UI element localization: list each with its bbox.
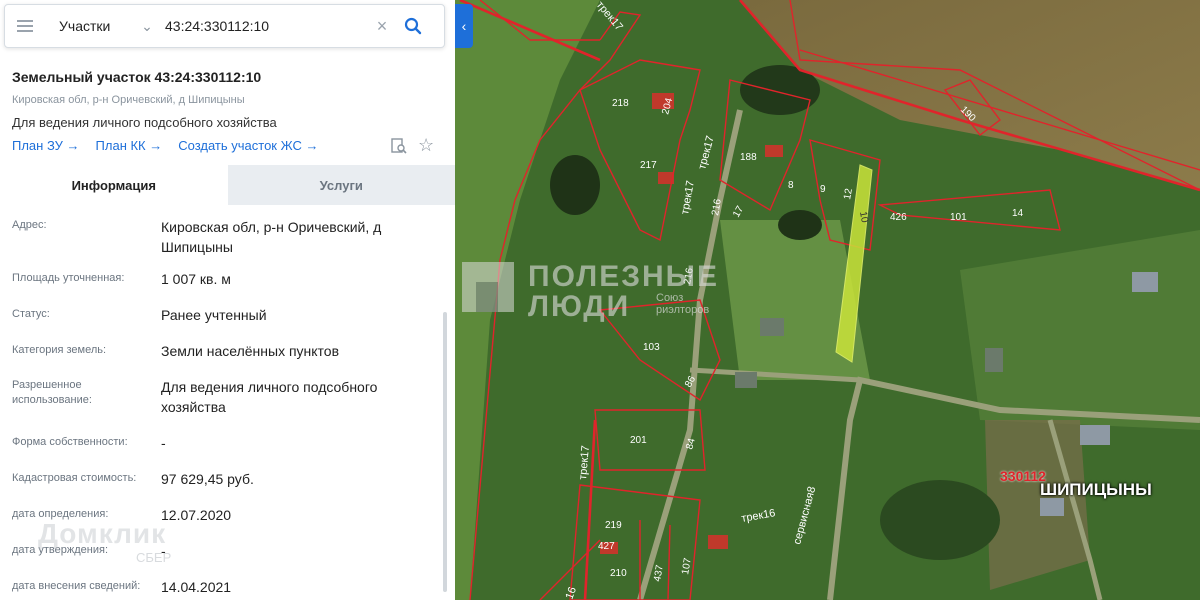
parcel-label: 101 bbox=[950, 212, 967, 223]
pond bbox=[778, 210, 822, 240]
search-button[interactable] bbox=[395, 8, 431, 44]
chevron-down-icon[interactable]: ⌄ bbox=[135, 18, 159, 35]
watermark-text: ПОЛЕЗНЫЕ bbox=[528, 260, 720, 293]
document-search-icon[interactable] bbox=[390, 137, 408, 155]
row-label: Статус: bbox=[12, 308, 50, 320]
row-label: Форма собственности: bbox=[12, 436, 128, 448]
domclick-watermark: Домклик bbox=[38, 518, 167, 549]
row-value: Земли населённых пунктов bbox=[161, 343, 340, 359]
watermark-text: ЛЮДИ bbox=[528, 290, 631, 323]
clear-icon[interactable]: × bbox=[369, 16, 395, 37]
polezlyudi-logo bbox=[462, 262, 514, 312]
row-label: Площадь уточненная: bbox=[12, 272, 125, 284]
search-icon bbox=[404, 17, 422, 35]
row-value: - bbox=[161, 435, 166, 451]
row-value: Для ведения личного подсобного хозяйства bbox=[161, 379, 378, 415]
menu-icon[interactable] bbox=[5, 4, 45, 48]
parcel-label: 8 bbox=[788, 180, 794, 191]
create-parcel-link[interactable]: Создать участок ЖС → bbox=[178, 138, 318, 153]
tab-info[interactable]: Информация bbox=[0, 165, 228, 205]
parcel-label: 218 bbox=[612, 98, 629, 109]
building bbox=[735, 372, 757, 388]
building bbox=[1080, 425, 1110, 445]
village-name-label: ШИПИЦЫНЫ bbox=[1040, 480, 1152, 499]
row-label: Кадастровая стоимость: bbox=[12, 472, 137, 484]
plan-zu-link[interactable]: План ЗУ → bbox=[12, 138, 80, 153]
row-value: 1 007 кв. м bbox=[161, 271, 231, 287]
search-bar: Участки ⌄ × bbox=[4, 4, 445, 48]
search-type-select[interactable]: Участки bbox=[45, 18, 135, 34]
pond bbox=[550, 155, 600, 215]
row-label: Разрешенное использование: bbox=[12, 379, 92, 406]
plan-kk-link[interactable]: План КК → bbox=[96, 138, 163, 153]
row-value: Ранее учтенный bbox=[161, 307, 267, 323]
watermark-text: риэлторов bbox=[656, 304, 710, 316]
info-panel: Участки ⌄ × Земельный участок 43:24:3301… bbox=[0, 0, 455, 600]
parcel-title: Земельный участок 43:24:330112:10 bbox=[12, 69, 262, 85]
parcel-address: Кировская обл, р-н Оричевский, д Шипицын… bbox=[12, 94, 245, 106]
building bbox=[1132, 272, 1158, 292]
star-icon[interactable]: ☆ bbox=[418, 135, 434, 156]
search-input[interactable] bbox=[159, 11, 369, 41]
parcel-label: 188 bbox=[740, 152, 757, 163]
sber-watermark: СБЕР bbox=[136, 550, 172, 565]
parcel-links: План ЗУ → План КК → Создать участок ЖС → bbox=[12, 138, 318, 153]
tab-services[interactable]: Услуги bbox=[227, 165, 455, 205]
building bbox=[1040, 498, 1064, 516]
tabs: Информация Услуги bbox=[0, 165, 455, 205]
collapse-panel-button[interactable]: ‹ bbox=[455, 4, 473, 48]
building bbox=[985, 348, 1003, 372]
building bbox=[760, 318, 784, 336]
parcel-label: 426 bbox=[890, 212, 907, 223]
row-value: 97 629,45 руб. bbox=[161, 471, 254, 487]
watermark-text: Союз bbox=[656, 292, 684, 304]
app-root: Участки ⌄ × Земельный участок 43:24:3301… bbox=[0, 0, 1200, 600]
row-label: дата внесения сведений: bbox=[12, 580, 141, 592]
row-value: - bbox=[161, 543, 166, 559]
building bbox=[708, 535, 728, 549]
row-value: 12.07.2020 bbox=[161, 507, 232, 523]
scrollbar[interactable] bbox=[443, 312, 447, 592]
row-label: Категория земель: bbox=[12, 344, 107, 356]
parcel-label: 14 bbox=[1012, 208, 1024, 219]
parcel-label: 217 bbox=[640, 160, 657, 171]
parcel-label: 427 bbox=[598, 541, 615, 552]
row-value: 14.04.2021 bbox=[161, 579, 232, 595]
parcel-label: 9 bbox=[820, 184, 826, 195]
woods-area bbox=[880, 480, 1000, 560]
parcel-label: 103 bbox=[643, 342, 660, 353]
parcel-label: 201 bbox=[630, 435, 647, 446]
chevron-left-icon: ‹ bbox=[461, 18, 467, 34]
row-label: Адрес: bbox=[12, 219, 47, 231]
parcel-label: 219 bbox=[605, 520, 622, 531]
parcel-label: 210 bbox=[610, 568, 627, 579]
row-value: Кировская обл, р-н Оричевский, д Шипицын… bbox=[161, 219, 382, 255]
building bbox=[765, 145, 783, 157]
parcel-purpose: Для ведения личного подсобного хозяйства bbox=[12, 115, 277, 130]
